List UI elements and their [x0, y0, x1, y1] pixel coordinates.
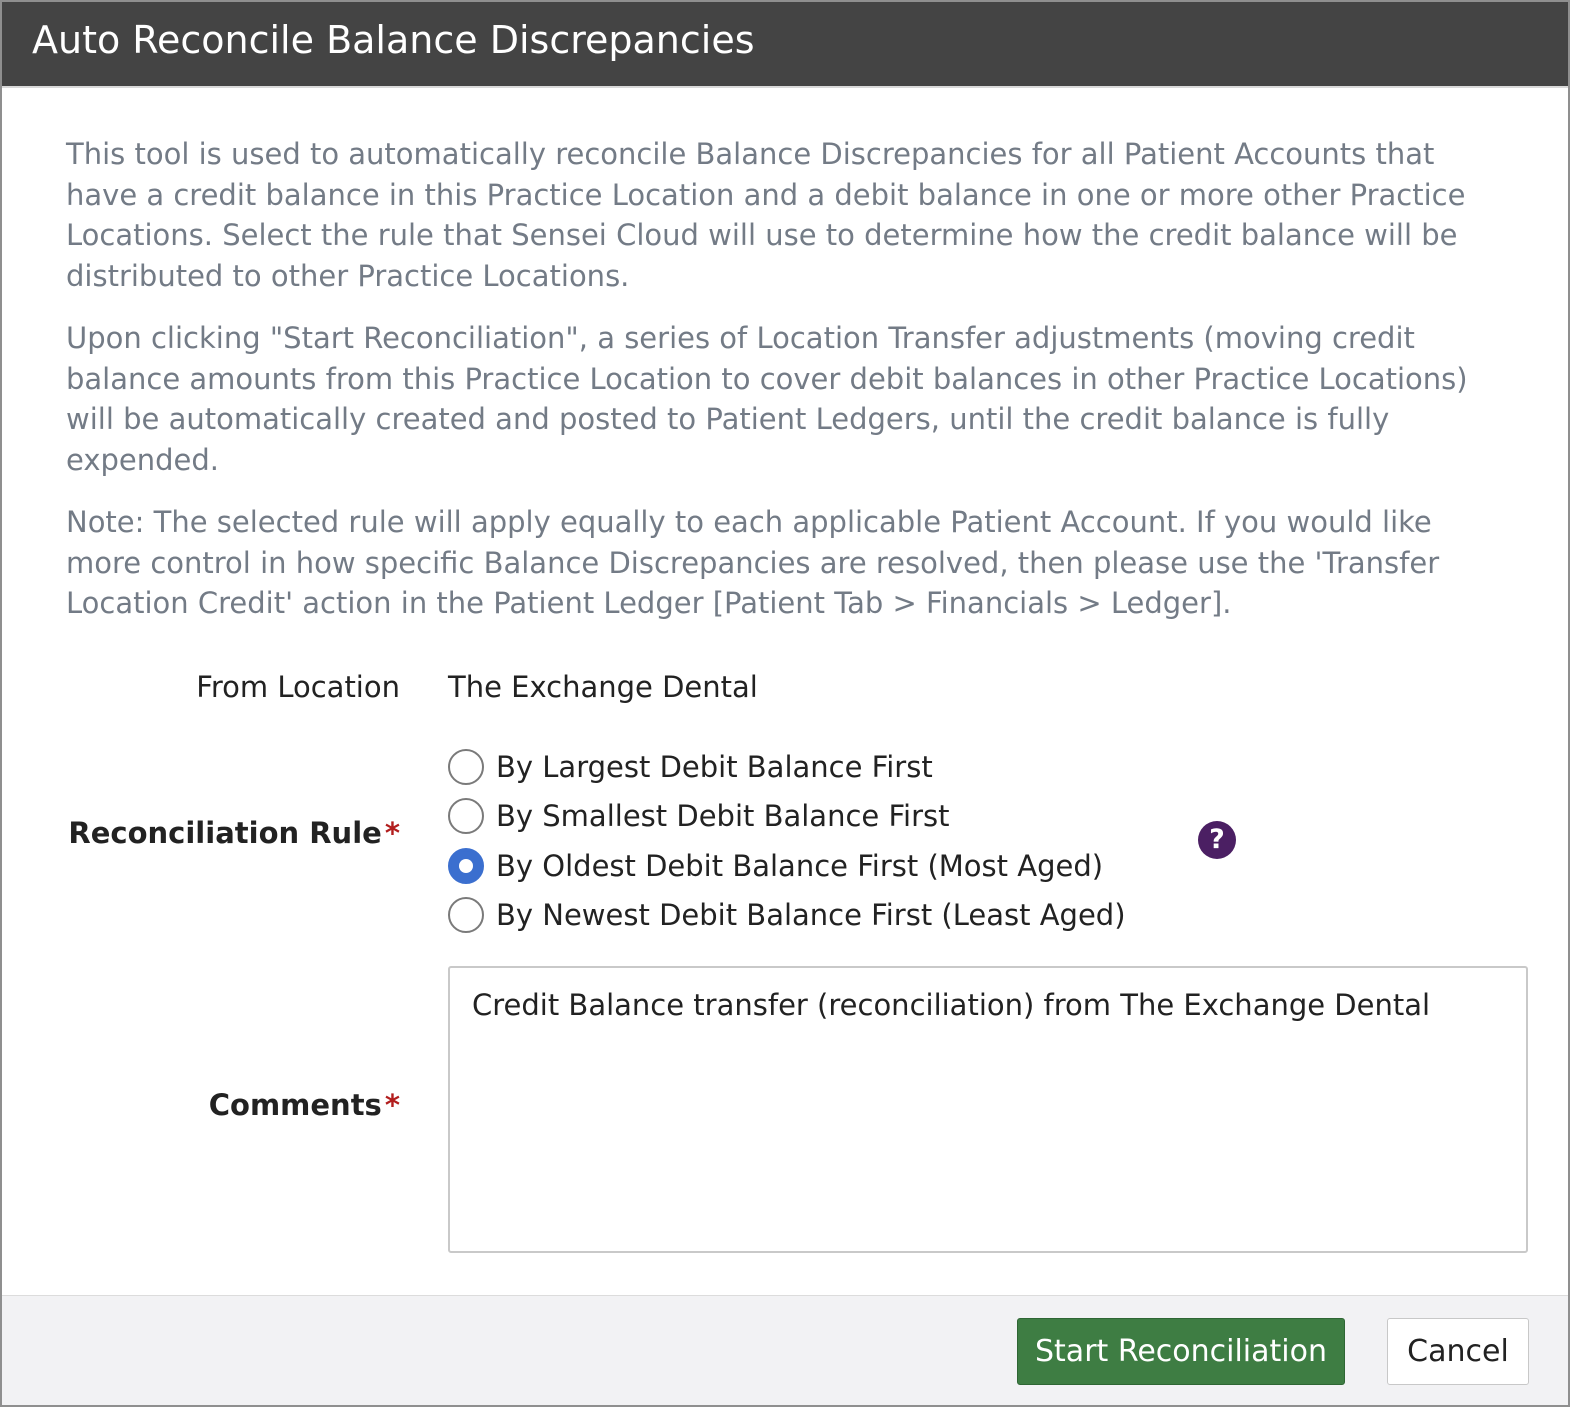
- comments-label: Comments *: [209, 1088, 400, 1122]
- rule-option-label: By Newest Debit Balance First (Least Age…: [496, 898, 1126, 933]
- intro-paragraph-1: This tool is used to automatically recon…: [66, 137, 1466, 293]
- intro-paragraph-3: Note: The selected rule will apply equal…: [66, 505, 1440, 620]
- rule-option-smallest-first[interactable]: By Smallest Debit Balance First: [448, 792, 1126, 842]
- dialog-footer: Start Reconciliation Cancel: [2, 1295, 1568, 1405]
- intro-paragraph-2: Upon clicking "Start Reconciliation", a …: [66, 321, 1468, 477]
- rule-option-label: By Smallest Debit Balance First: [496, 799, 950, 834]
- cancel-button[interactable]: Cancel: [1387, 1318, 1529, 1385]
- radio-button[interactable]: [448, 798, 484, 835]
- rule-option-largest-first[interactable]: By Largest Debit Balance First: [448, 742, 1126, 792]
- rule-option-oldest-first[interactable]: By Oldest Debit Balance First (Most Aged…: [448, 841, 1126, 891]
- dialog-titlebar: Auto Reconcile Balance Discrepancies: [2, 2, 1568, 88]
- from-location-value: The Exchange Dental: [448, 670, 758, 704]
- reconciliation-rule-label: Reconciliation Rule *: [68, 816, 400, 850]
- required-asterisk: *: [384, 816, 400, 850]
- reconciliation-rule-label-text: Reconciliation Rule: [68, 816, 382, 850]
- rule-option-label: By Largest Debit Balance First: [496, 749, 933, 784]
- question-mark-circle-icon[interactable]: ?: [1198, 821, 1236, 859]
- required-asterisk: *: [384, 1088, 400, 1122]
- radio-button[interactable]: [448, 748, 484, 785]
- radio-button[interactable]: [448, 847, 484, 884]
- comments-textarea[interactable]: Credit Balance transfer (reconciliation)…: [448, 966, 1528, 1253]
- from-location-label: From Location: [196, 670, 400, 704]
- rule-option-newest-first[interactable]: By Newest Debit Balance First (Least Age…: [448, 891, 1126, 941]
- radio-button[interactable]: [448, 897, 484, 934]
- auto-reconcile-dialog: Auto Reconcile Balance Discrepancies Thi…: [0, 0, 1570, 1407]
- start-reconciliation-button[interactable]: Start Reconciliation: [1017, 1318, 1345, 1385]
- dialog-title: Auto Reconcile Balance Discrepancies: [32, 18, 755, 62]
- reconciliation-rule-radio-group: By Largest Debit Balance First By Smalle…: [448, 742, 1126, 940]
- comments-label-text: Comments: [208, 1088, 382, 1122]
- rule-option-label: By Oldest Debit Balance First (Most Aged…: [496, 848, 1104, 883]
